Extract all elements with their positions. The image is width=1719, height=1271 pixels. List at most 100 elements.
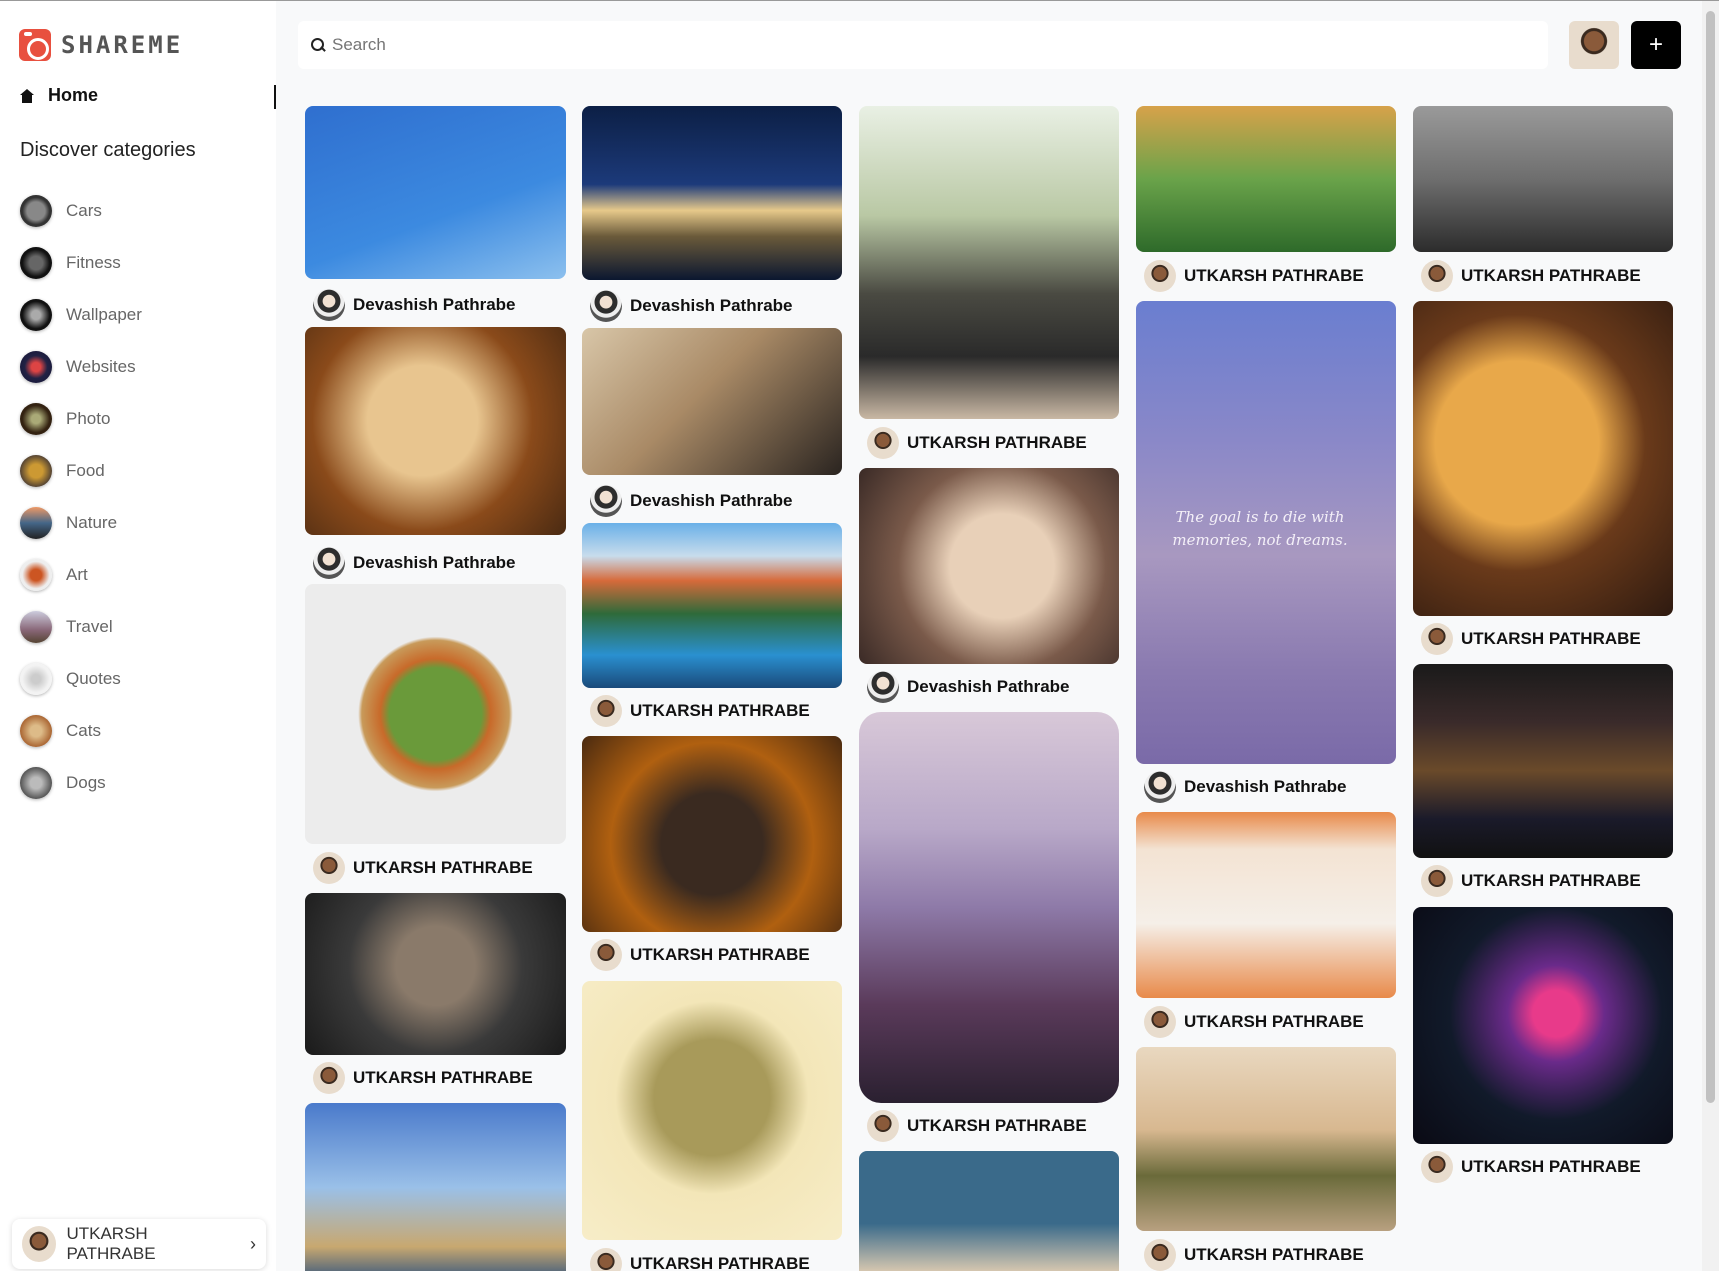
create-pin-button[interactable]: + <box>1631 21 1681 69</box>
avatar <box>1421 865 1453 897</box>
author-name: UTKARSH PATHRABE <box>630 1254 810 1271</box>
pin-image-cowboy[interactable] <box>859 1151 1119 1271</box>
pin-author[interactable]: UTKARSH PATHRABE <box>1421 623 1641 655</box>
user-profile-link[interactable]: UTKARSH PATHRABE › <box>12 1219 266 1269</box>
search-bar[interactable] <box>298 21 1548 69</box>
author-name: UTKARSH PATHRABE <box>1461 266 1641 285</box>
pin-author[interactable]: Devashish Pathrabe <box>867 671 1070 703</box>
discover-categories-heading: Discover categories <box>20 139 196 161</box>
pin-image-cat-camera[interactable] <box>582 328 842 475</box>
sidebar-item-cats[interactable]: Cats <box>20 705 142 757</box>
pin-author[interactable]: UTKARSH PATHRABE <box>1421 1151 1641 1183</box>
avatar <box>1144 771 1176 803</box>
avatar <box>590 485 622 517</box>
quote-overlay-text: The goal is to die with memories, not dr… <box>1172 508 1348 549</box>
pin-image-puppy[interactable] <box>305 327 566 535</box>
pin-author[interactable]: UTKARSH PATHRABE <box>590 939 810 971</box>
pin-author[interactable]: UTKARSH PATHRABE <box>1421 865 1641 897</box>
avatar <box>22 1226 57 1262</box>
active-indicator <box>274 85 276 109</box>
pin-author[interactable]: UTKARSH PATHRABE <box>1144 1006 1364 1038</box>
author-name: UTKARSH PATHRABE <box>1184 1012 1364 1031</box>
pin-author[interactable]: UTKARSH PATHRABE <box>1144 260 1364 292</box>
pin-author[interactable]: Devashish Pathrabe <box>590 290 793 322</box>
pin-author[interactable]: Devashish Pathrabe <box>313 289 516 321</box>
sidebar: SHAREME Home Discover categories Cars Fi… <box>0 1 276 1271</box>
author-name: Devashish Pathrabe <box>1184 777 1347 796</box>
pin-image-pizza[interactable] <box>1413 301 1673 616</box>
pin-image-memories-website[interactable] <box>1136 812 1396 998</box>
pin-image-sports-car[interactable] <box>582 736 842 932</box>
pin-author[interactable]: UTKARSH PATHRABE <box>867 427 1087 459</box>
cars-thumb-icon <box>20 195 52 227</box>
avatar <box>867 1110 899 1142</box>
scrollbar-thumb[interactable] <box>1706 11 1715 1103</box>
category-label: Dogs <box>66 773 106 792</box>
search-icon <box>310 37 326 53</box>
travel-thumb-icon <box>20 611 52 643</box>
avatar <box>590 290 622 322</box>
home-icon <box>20 88 34 103</box>
pin-author[interactable]: UTKARSH PATHRABE <box>1421 260 1641 292</box>
pin-image-jeep[interactable] <box>859 106 1119 419</box>
sidebar-item-fitness[interactable]: Fitness <box>20 237 142 289</box>
camera-logo-icon <box>19 29 51 61</box>
pin-author[interactable]: UTKARSH PATHRABE <box>590 1248 810 1271</box>
pin-image-opera-house[interactable] <box>582 106 842 280</box>
sidebar-item-food[interactable]: Food <box>20 445 142 497</box>
category-label: Food <box>66 461 105 480</box>
user-avatar-button[interactable] <box>1569 21 1619 69</box>
avatar <box>313 289 345 321</box>
search-input[interactable] <box>332 35 1432 55</box>
cats-thumb-icon <box>20 715 52 747</box>
pin-image-salad[interactable] <box>305 584 566 844</box>
avatar <box>590 1248 622 1271</box>
pin-image-film-website[interactable] <box>1413 664 1673 858</box>
pin-image-mountain-lake[interactable] <box>582 523 842 688</box>
sidebar-item-art[interactable]: Art <box>20 549 142 601</box>
avatar <box>1421 623 1453 655</box>
author-name: Devashish Pathrabe <box>630 296 793 315</box>
sidebar-item-nature[interactable]: Nature <box>20 497 142 549</box>
sidebar-item-dogs[interactable]: Dogs <box>20 757 142 809</box>
pin-image-park-fence[interactable] <box>1136 106 1396 252</box>
sidebar-item-cars[interactable]: Cars <box>20 185 142 237</box>
author-name: UTKARSH PATHRABE <box>630 945 810 964</box>
author-name: Devashish Pathrabe <box>907 677 1070 696</box>
author-name: UTKARSH PATHRABE <box>1461 1157 1641 1176</box>
pin-image-pug[interactable] <box>1413 106 1673 252</box>
pin-author[interactable]: Devashish Pathrabe <box>590 485 793 517</box>
pin-author[interactable]: UTKARSH PATHRABE <box>1144 1239 1364 1271</box>
sidebar-item-wallpaper[interactable]: Wallpaper <box>20 289 142 341</box>
pin-image-skydiving[interactable] <box>305 106 566 279</box>
avatar <box>867 427 899 459</box>
pin-author[interactable]: Devashish Pathrabe <box>1144 771 1347 803</box>
pin-image-taj-mahal[interactable] <box>1136 1047 1396 1231</box>
pin-author[interactable]: UTKARSH PATHRABE <box>313 852 533 884</box>
category-label: Quotes <box>66 669 121 688</box>
sidebar-item-home[interactable]: Home <box>20 85 98 106</box>
photo-thumb-icon <box>20 403 52 435</box>
pin-image-kitten[interactable] <box>859 468 1119 664</box>
pin-author[interactable]: UTKARSH PATHRABE <box>867 1110 1087 1142</box>
sidebar-item-travel[interactable]: Travel <box>20 601 142 653</box>
sidebar-item-websites[interactable]: Websites <box>20 341 142 393</box>
logo[interactable]: SHAREME <box>19 29 183 61</box>
pin-image-robot[interactable] <box>582 981 842 1240</box>
pin-image-bodybuilder[interactable] <box>305 893 566 1055</box>
pin-image-tree-pier[interactable] <box>859 712 1119 1103</box>
sidebar-item-photo[interactable]: Photo <box>20 393 142 445</box>
sidebar-item-quotes[interactable]: Quotes <box>20 653 142 705</box>
author-name: Devashish Pathrabe <box>630 491 793 510</box>
pin-author[interactable]: Devashish Pathrabe <box>313 547 516 579</box>
food-thumb-icon <box>20 455 52 487</box>
dogs-thumb-icon <box>20 767 52 799</box>
pin-author[interactable]: UTKARSH PATHRABE <box>313 1062 533 1094</box>
pin-author[interactable]: UTKARSH PATHRABE <box>590 695 810 727</box>
category-label: Cats <box>66 721 101 740</box>
avatar <box>1144 1239 1176 1271</box>
avatar <box>590 939 622 971</box>
pin-image-fireworks[interactable] <box>1413 907 1673 1144</box>
pin-image-eiffel[interactable] <box>305 1103 566 1271</box>
avatar <box>1144 260 1176 292</box>
